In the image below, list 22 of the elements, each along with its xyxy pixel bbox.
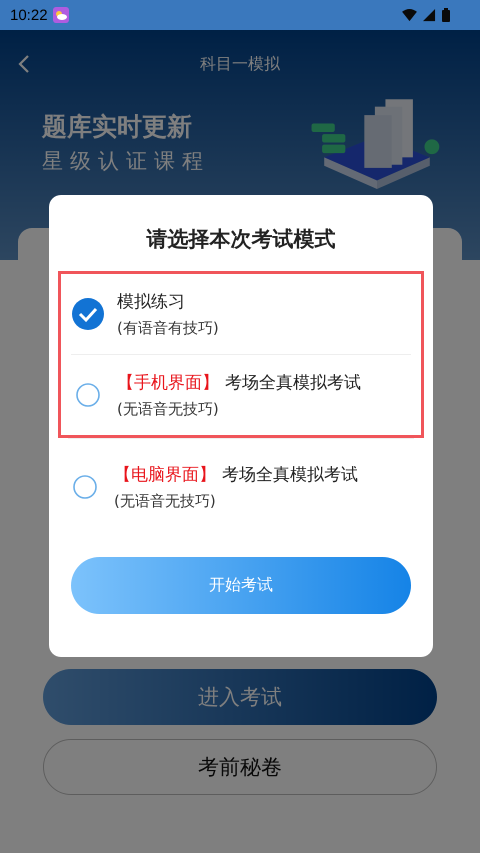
option-title: 考场全真模拟考试	[222, 464, 358, 486]
option-title: 模拟练习	[117, 291, 185, 313]
option-subtitle: (无语音无技巧)	[117, 400, 220, 419]
page-title: 科目一模拟	[200, 54, 280, 74]
dialog-title: 请选择本次考试模式	[146, 226, 336, 253]
page-button[interactable]: 考前秘卷	[43, 739, 437, 795]
weather-app-icon	[52, 7, 69, 23]
option-tag: 【电脑界面】	[114, 463, 216, 486]
option-tag: 【手机界面】	[117, 371, 219, 394]
option-title: 考场全真模拟考试	[225, 372, 361, 394]
signal-icon	[422, 8, 437, 22]
banner-headline: 题库实时更新	[42, 111, 193, 143]
status-time: 10:22	[10, 6, 48, 24]
radio-button[interactable]	[71, 297, 105, 331]
option-subtitle: (有语音有技巧)	[117, 319, 219, 338]
banner-tagline: 星级认证课程	[42, 148, 210, 175]
option-subtitle: (无语音无技巧)	[114, 492, 217, 511]
wifi-icon	[402, 8, 417, 22]
battery-icon	[442, 8, 450, 22]
back-icon[interactable]	[18, 54, 30, 74]
page-button[interactable]: 进入考试	[43, 669, 437, 725]
start-exam-button[interactable]: 开始考试	[71, 557, 411, 614]
